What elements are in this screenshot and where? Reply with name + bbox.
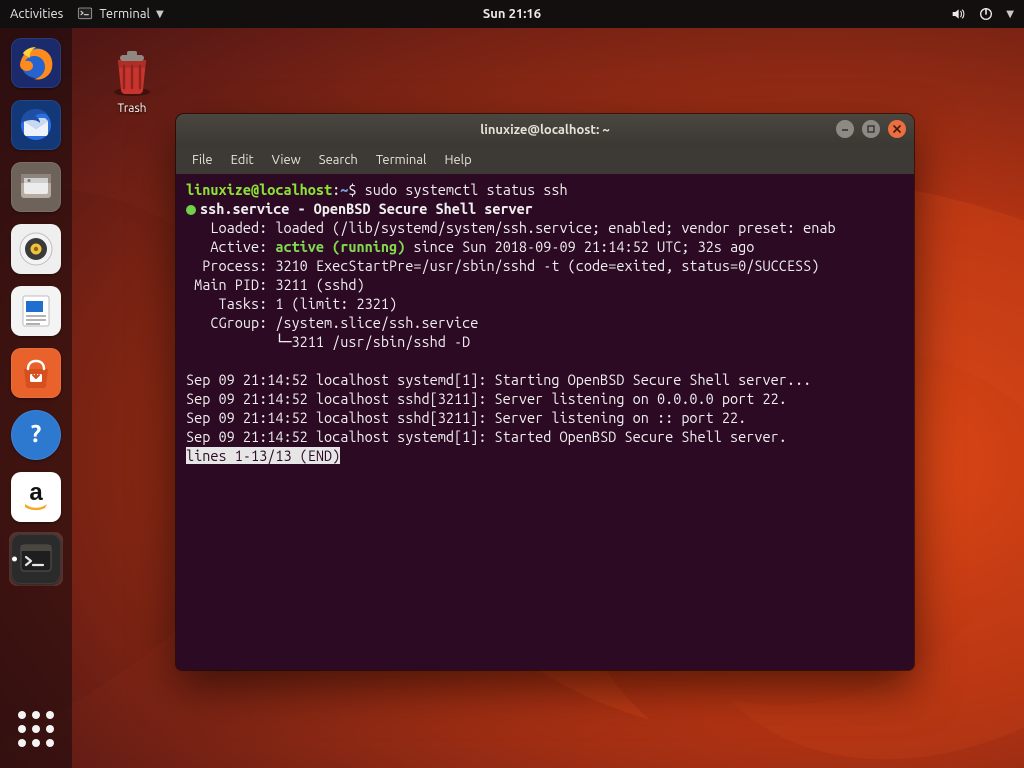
menu-help[interactable]: Help xyxy=(436,150,479,170)
dock-item-help[interactable]: ? xyxy=(9,408,63,462)
menu-file[interactable]: File xyxy=(184,150,221,170)
terminal-output[interactable]: linuxize@localhost:~$ sudo systemctl sta… xyxy=(176,174,914,670)
service-line: ssh.service - OpenBSD Secure Shell serve… xyxy=(200,200,533,217)
dock-item-firefox[interactable] xyxy=(9,36,63,90)
process-line: Process: 3210 ExecStartPre=/usr/sbin/ssh… xyxy=(186,257,819,274)
app-menu-label: Terminal xyxy=(99,7,150,21)
log-line: Sep 09 21:14:52 localhost systemd[1]: St… xyxy=(186,371,811,388)
status-dot-icon xyxy=(186,205,196,215)
dock-item-rhythmbox[interactable] xyxy=(9,222,63,276)
speaker-icon xyxy=(16,229,56,269)
prompt-command: sudo systemctl status ssh xyxy=(365,181,568,198)
pager-status: lines 1-13/13 (END) xyxy=(186,447,340,464)
activities-button[interactable]: Activities xyxy=(10,7,63,21)
active-label: Active: xyxy=(186,238,275,255)
apps-grid-icon xyxy=(18,711,54,747)
prompt-sigil: $ xyxy=(348,181,356,198)
launcher-dock: ? a xyxy=(0,28,72,768)
system-menu-chevron-icon[interactable]: ▼ xyxy=(1006,8,1014,20)
terminal-icon xyxy=(77,6,93,22)
software-icon xyxy=(16,353,56,393)
menu-search[interactable]: Search xyxy=(311,150,366,170)
mainpid-line: Main PID: 3211 (sshd) xyxy=(186,276,365,293)
dock-item-files[interactable] xyxy=(9,160,63,214)
running-indicator xyxy=(12,557,17,562)
terminal-menubar: File Edit View Search Terminal Help xyxy=(176,146,914,174)
active-rest: since Sun 2018-09-09 21:14:52 UTC; 32s a… xyxy=(405,238,754,255)
cgroup-tree-line: └─3211 /usr/sbin/sshd -D xyxy=(186,333,470,350)
log-line: Sep 09 21:14:52 localhost sshd[3211]: Se… xyxy=(186,390,787,407)
volume-icon[interactable] xyxy=(950,6,966,22)
loaded-line: Loaded: loaded (/lib/systemd/system/ssh.… xyxy=(186,219,836,236)
chevron-down-icon: ▼ xyxy=(156,8,164,20)
active-state: active (running) xyxy=(275,238,405,255)
dock-item-writer[interactable] xyxy=(9,284,63,338)
prompt-user: linuxize@localhost xyxy=(186,181,332,198)
dock-item-amazon[interactable]: a xyxy=(9,470,63,524)
window-titlebar[interactable]: linuxize@localhost: ~ xyxy=(176,114,914,146)
thunderbird-icon xyxy=(16,105,56,145)
dock-item-thunderbird[interactable] xyxy=(9,98,63,152)
dock-item-terminal[interactable] xyxy=(9,532,63,586)
svg-text:?: ? xyxy=(31,420,42,447)
files-icon xyxy=(15,166,57,208)
terminal-window[interactable]: linuxize@localhost: ~ File Edit View Sea… xyxy=(176,114,914,670)
tasks-line: Tasks: 1 (limit: 2321) xyxy=(186,295,397,312)
firefox-icon xyxy=(16,43,56,83)
show-applications[interactable] xyxy=(9,702,63,756)
terminal-icon xyxy=(16,539,56,579)
window-close-button[interactable] xyxy=(888,120,906,138)
log-line: Sep 09 21:14:52 localhost systemd[1]: St… xyxy=(186,428,787,445)
trash-label: Trash xyxy=(92,102,172,115)
log-line: Sep 09 21:14:52 localhost sshd[3211]: Se… xyxy=(186,409,746,426)
help-icon: ? xyxy=(17,416,55,454)
cgroup-line: CGroup: /system.slice/ssh.service xyxy=(186,314,478,331)
svg-text:a: a xyxy=(29,479,43,506)
menu-terminal[interactable]: Terminal xyxy=(368,150,435,170)
amazon-icon: a xyxy=(16,477,56,517)
app-menu[interactable]: Terminal ▼ xyxy=(77,6,163,22)
trash-icon xyxy=(106,46,158,98)
dock-item-software[interactable] xyxy=(9,346,63,400)
menu-view[interactable]: View xyxy=(264,150,309,170)
writer-icon xyxy=(16,291,56,331)
window-title: linuxize@localhost: ~ xyxy=(480,123,609,137)
clock[interactable]: Sun 21:16 xyxy=(483,7,541,21)
top-bar: Activities Terminal ▼ Sun 21:16 ▼ xyxy=(0,0,1024,28)
window-maximize-button[interactable] xyxy=(862,120,880,138)
trash-desktop-icon[interactable]: Trash xyxy=(92,46,172,115)
menu-edit[interactable]: Edit xyxy=(223,150,262,170)
power-icon[interactable] xyxy=(978,6,994,22)
window-minimize-button[interactable] xyxy=(836,120,854,138)
